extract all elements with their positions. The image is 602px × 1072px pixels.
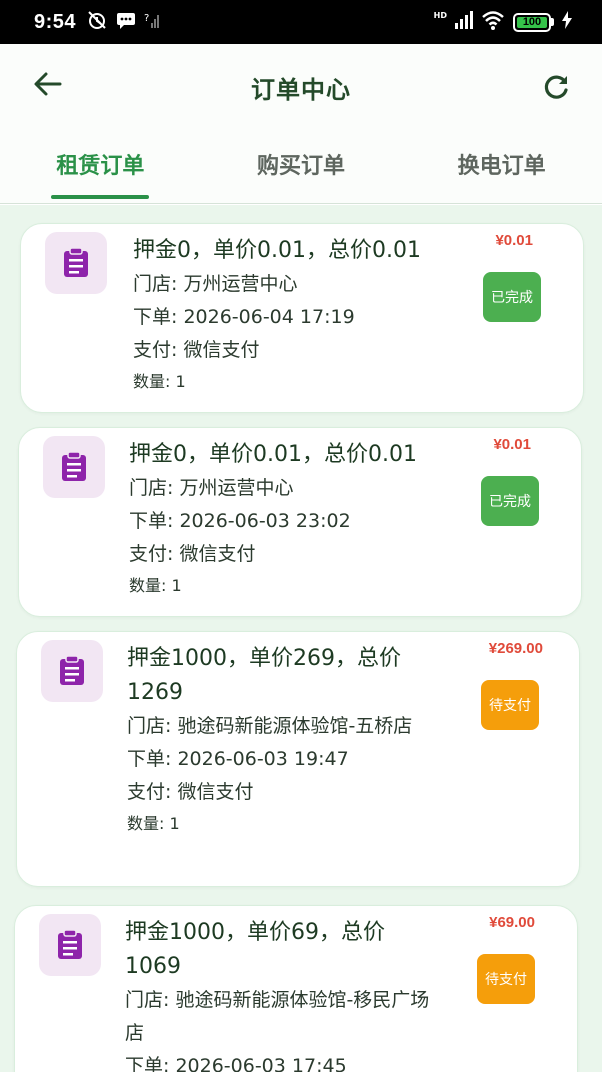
order-list: 押金0，单价0.01，总价0.01 门店: 万州运营中心 下单: 2026-06…: [0, 205, 602, 1072]
battery-level: 100: [517, 16, 547, 28]
order-payment: 支付: 微信支付: [133, 339, 260, 361]
order-quantity: 数量: 1: [127, 814, 180, 833]
alarm-off-icon: [86, 10, 108, 34]
clipboard-icon: [64, 247, 88, 277]
refresh-button[interactable]: [536, 68, 576, 108]
order-title: 押金0，单价0.01，总价0.01: [133, 238, 421, 263]
order-store: 门店: 万州运营中心: [129, 477, 294, 499]
order-title: 押金1000，单价269，总价1269: [127, 646, 401, 705]
order-card[interactable]: 押金1000，单价269，总价1269 门店: 驰途码新能源体验馆-五桥店 下单…: [16, 631, 580, 887]
order-price: ¥0.01: [495, 232, 533, 249]
order-quantity: 数量: 1: [129, 576, 182, 595]
order-card[interactable]: 押金0，单价0.01，总价0.01 门店: 万州运营中心 下单: 2026-06…: [20, 223, 584, 413]
order-title: 押金1000，单价69，总价1069: [125, 920, 385, 979]
order-time: 下单: 2026-06-03 23:02: [129, 510, 351, 532]
hd-label: HD: [433, 11, 447, 20]
svg-text:?: ?: [144, 13, 149, 24]
order-quantity: 数量: 1: [133, 372, 186, 391]
status-badge[interactable]: 待支付: [481, 680, 539, 730]
battery-icon: 100: [513, 12, 554, 32]
order-icon-box: [41, 640, 103, 702]
status-badge[interactable]: 待支付: [477, 954, 535, 1004]
cell-signal-icon: [455, 11, 473, 33]
app-header: 订单中心: [0, 44, 602, 136]
order-payment: 支付: 微信支付: [127, 781, 254, 803]
order-store: 门店: 驰途码新能源体验馆-移民广场店: [125, 989, 430, 1044]
order-icon-box: [43, 436, 105, 498]
order-tabs: 租赁订单 购买订单 换电订单: [0, 136, 602, 204]
message-icon: [116, 11, 136, 33]
status-badge[interactable]: 已完成: [483, 272, 541, 322]
order-time: 下单: 2026-06-04 17:19: [133, 306, 355, 328]
order-price: ¥69.00: [489, 914, 535, 931]
order-card[interactable]: 押金1000，单价69，总价1069 门店: 驰途码新能源体验馆-移民广场店 下…: [14, 905, 578, 1072]
order-time: 下单: 2026-06-03 17:45: [125, 1055, 347, 1072]
order-time: 下单: 2026-06-03 19:47: [127, 748, 349, 770]
clipboard-icon: [60, 655, 84, 685]
order-icon-box: [45, 232, 107, 294]
order-icon-box: [39, 914, 101, 976]
tab-swap-orders[interactable]: 换电订单: [401, 136, 602, 203]
tab-rental-orders[interactable]: 租赁订单: [0, 136, 201, 203]
order-card[interactable]: 押金0，单价0.01，总价0.01 门店: 万州运营中心 下单: 2026-06…: [18, 427, 582, 617]
order-price: ¥0.01: [493, 436, 531, 453]
tab-purchase-orders[interactable]: 购买订单: [201, 136, 402, 203]
no-signal-icon: ?: [144, 11, 160, 33]
order-store: 门店: 万州运营中心: [133, 273, 298, 295]
page-title: 订单中心: [251, 76, 351, 104]
status-left-icons: ?: [86, 10, 160, 34]
clipboard-icon: [62, 451, 86, 481]
order-title: 押金0，单价0.01，总价0.01: [129, 442, 417, 467]
clipboard-icon: [58, 929, 82, 959]
status-bar: 9:54 ? HD 100: [0, 0, 602, 44]
wifi-icon: [481, 10, 505, 34]
charging-icon: [562, 11, 572, 33]
order-price: ¥269.00: [488, 640, 543, 657]
refresh-icon: [544, 75, 568, 99]
order-payment: 支付: 微信支付: [129, 543, 256, 565]
order-store: 门店: 驰途码新能源体验馆-五桥店: [127, 715, 413, 737]
status-time: 9:54: [34, 10, 77, 33]
status-right-icons: HD 100: [434, 10, 572, 34]
status-badge[interactable]: 已完成: [481, 476, 539, 526]
